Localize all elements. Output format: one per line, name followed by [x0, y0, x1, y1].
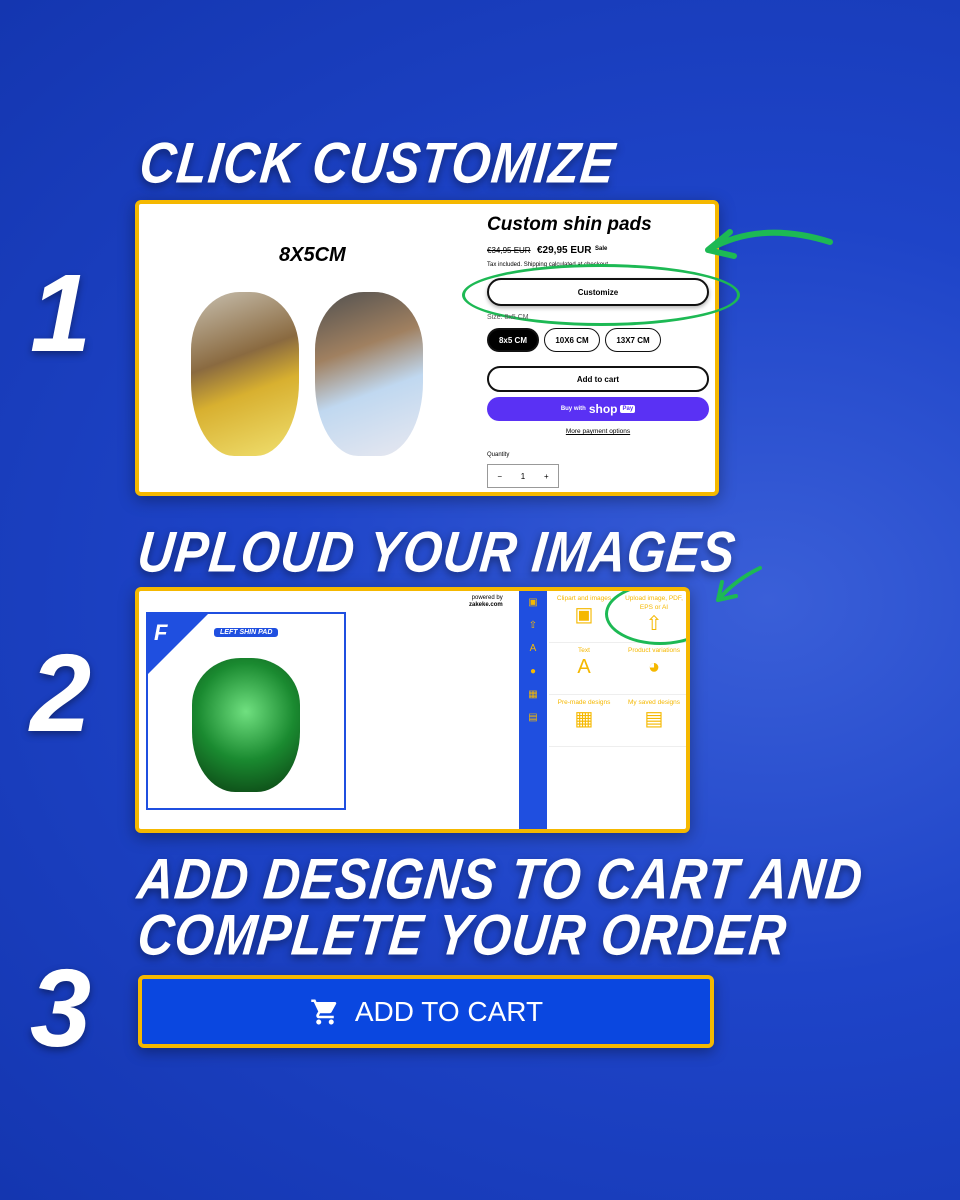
- tool-sidebar: ▣ ⇧ A ● ▦ ▤: [519, 591, 547, 829]
- powered-by-text: powered by: [471, 595, 503, 601]
- layout-icon: ▦: [574, 708, 594, 730]
- step1-heading: CLICK CUSTOMIZE: [136, 130, 619, 196]
- step2-heading: UPLOUD YOUR IMAGES: [134, 519, 740, 585]
- size-label: 8X5CM: [279, 244, 346, 266]
- palette-icon[interactable]: ●: [519, 666, 547, 689]
- powered-by: powered by zakeke.com: [469, 595, 503, 609]
- tool-premade-designs[interactable]: Pre-made designs ▦: [549, 695, 619, 747]
- quantity-stepper: − 1 +: [487, 464, 559, 488]
- tool-product-variations[interactable]: Product variations ◕: [619, 643, 686, 695]
- text-icon: A: [577, 656, 591, 678]
- shin-pad-image-right: [315, 292, 423, 456]
- step1-number: 1: [30, 252, 92, 375]
- designer-card: F LEFT SHIN PAD powered by zakeke.com ▣ ⇧…: [135, 587, 690, 833]
- old-price: €34,95 EUR: [487, 246, 531, 255]
- size-field-label: Size: 8x5 CM: [487, 314, 529, 321]
- sale-badge: Sale: [595, 246, 608, 252]
- cart-icon: [311, 999, 337, 1024]
- design-canvas[interactable]: F LEFT SHIN PAD: [146, 612, 346, 810]
- shop-logo: shop: [588, 402, 618, 416]
- step3-heading-line1: ADD DESIGNS TO CART AND: [134, 846, 867, 912]
- size-option-10x6[interactable]: 10X6 CM: [544, 328, 600, 352]
- annotation-arrow-1: [705, 229, 833, 259]
- step3-number: 3: [30, 947, 92, 1070]
- quantity-plus-button[interactable]: +: [544, 472, 549, 481]
- size-option-13x7[interactable]: 13X7 CM: [605, 328, 661, 352]
- tool-label: Text: [578, 647, 590, 654]
- tool-label: Pre-made designs: [557, 699, 611, 706]
- tool-text[interactable]: Text A: [549, 643, 619, 695]
- left-shin-pad-badge: LEFT SHIN PAD: [214, 628, 279, 637]
- annotation-arrow-2: [716, 566, 762, 602]
- pay-logo: Pay: [620, 405, 636, 413]
- add-to-cart-label: ADD TO CART: [354, 995, 544, 1027]
- folder-image-icon: ▤: [644, 708, 664, 730]
- add-to-cart-big-button[interactable]: ADD TO CART: [138, 975, 714, 1048]
- brand-logo: F: [154, 620, 168, 645]
- tool-label: Clipart and images: [556, 595, 612, 602]
- folder-image-icon[interactable]: ▤: [519, 712, 547, 735]
- price: €29,95 EUR: [537, 245, 592, 256]
- quantity-value[interactable]: 1: [521, 472, 525, 481]
- more-payment-link[interactable]: More payment options: [487, 428, 709, 435]
- shin-pad-image-left: [191, 292, 299, 456]
- tool-label: My saved designs: [627, 699, 681, 706]
- tool-label: Product variations: [627, 647, 681, 654]
- product-title: Custom shin pads: [487, 214, 652, 235]
- quantity-minus-button[interactable]: −: [497, 472, 502, 481]
- tool-saved-designs[interactable]: My saved designs ▤: [619, 695, 686, 747]
- quantity-label: Quantity: [487, 452, 510, 458]
- shop-pay-button[interactable]: Buy with shop Pay: [487, 397, 709, 421]
- add-to-cart-button[interactable]: Add to cart: [487, 366, 709, 392]
- step2-number: 2: [30, 632, 92, 755]
- palette-icon: ◕: [647, 656, 661, 678]
- image-icon[interactable]: ▣: [519, 597, 547, 620]
- step3-heading-line2: COMPLETE YOUR ORDER: [134, 902, 791, 968]
- buy-with-text: Buy with: [560, 406, 586, 412]
- zakeke-link[interactable]: zakeke.com: [469, 602, 503, 608]
- upload-icon[interactable]: ⇧: [519, 620, 547, 643]
- text-icon[interactable]: A: [519, 643, 547, 666]
- shin-pad-design-image: [192, 658, 300, 792]
- product-card: 8X5CM Custom shin pads €34,95 EUR €29,95…: [135, 200, 740, 496]
- size-option-8x5[interactable]: 8x5 CM: [487, 328, 539, 352]
- layout-icon[interactable]: ▦: [519, 689, 547, 712]
